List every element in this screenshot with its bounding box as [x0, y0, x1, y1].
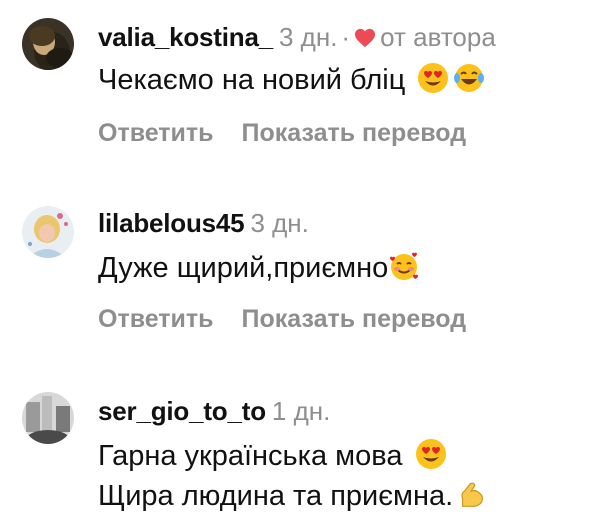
- username[interactable]: lilabelous45: [98, 208, 245, 238]
- show-translation-button[interactable]: Показать перевод: [242, 119, 467, 147]
- comment-text-line-2: Щира людина та приємна.: [98, 480, 454, 512]
- comment-text-content: Дуже щирий,приємно: [98, 252, 389, 284]
- reply-button[interactable]: Ответить: [98, 305, 214, 333]
- author-like-label: от автора: [380, 22, 496, 52]
- timestamp: 3 дн.: [278, 22, 338, 52]
- laughing-tears-emoji: [453, 62, 485, 94]
- username[interactable]: ser_gio_to_to: [98, 396, 266, 426]
- username[interactable]: valia_kostina_: [98, 22, 273, 52]
- avatar[interactable]: [22, 206, 74, 258]
- avatar-photo: [22, 206, 74, 258]
- comment-actions: Ответить Показать перевод: [98, 118, 466, 148]
- timestamp: 1 дн.: [271, 396, 331, 426]
- avatar-photo: [22, 18, 74, 70]
- comment-text: Щира людина та приємна.: [98, 476, 487, 516]
- show-translation-button[interactable]: Показать перевод: [242, 305, 467, 333]
- comment-header: ser_gio_to_to 1 дн.: [98, 396, 330, 426]
- flexed-biceps-emoji: [457, 480, 487, 510]
- comment-header: valia_kostina_ 3 дн. · от автора: [98, 22, 496, 52]
- heart-eyes-emoji: [415, 438, 447, 470]
- comment-actions: Ответить Показать перевод: [98, 304, 466, 334]
- comment-text: Гарна українська мова: [98, 436, 447, 476]
- heart-icon: [354, 24, 376, 48]
- comment-text-line-1: Гарна українська мова: [98, 440, 403, 472]
- timestamp: 3 дн.: [250, 208, 309, 238]
- avatar[interactable]: [22, 18, 74, 70]
- avatar[interactable]: [22, 392, 74, 444]
- comment-text: Чекаємо на новий бліц: [98, 60, 485, 100]
- smiling-hearts-emoji: [388, 250, 420, 282]
- comment-text: Дуже щирий,приємно: [98, 248, 420, 288]
- avatar-photo: [22, 392, 74, 444]
- heart-eyes-emoji: [417, 62, 449, 94]
- comment-header: lilabelous45 3 дн.: [98, 208, 309, 238]
- comment-text-content: Чекаємо на новий бліц: [98, 64, 406, 96]
- reply-button[interactable]: Ответить: [98, 119, 214, 147]
- separator-dot: ·: [341, 22, 351, 52]
